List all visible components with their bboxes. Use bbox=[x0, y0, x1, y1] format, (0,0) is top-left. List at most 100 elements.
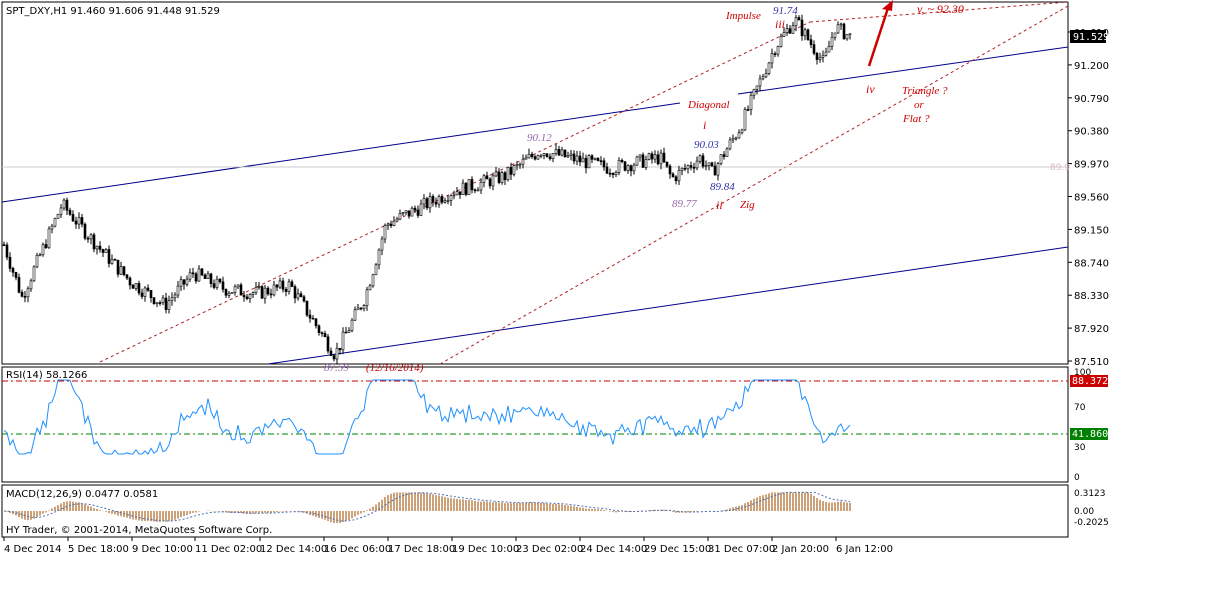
price-tick-label: 90.380 bbox=[1074, 127, 1109, 138]
candle-body bbox=[293, 286, 297, 299]
candle-body bbox=[374, 264, 378, 276]
candle-body bbox=[542, 153, 546, 156]
candle-body bbox=[215, 278, 219, 288]
candle-body bbox=[605, 166, 609, 174]
candle-body bbox=[152, 297, 156, 305]
zig-label: Zig bbox=[740, 199, 755, 211]
price-tick-label: 88.330 bbox=[1074, 291, 1109, 302]
candle-body bbox=[287, 281, 291, 292]
candle-body bbox=[506, 167, 510, 181]
candle-body bbox=[395, 218, 399, 222]
time-tick-label: 6 Jan 12:00 bbox=[836, 544, 893, 555]
candle-body bbox=[629, 165, 633, 172]
candle-body bbox=[416, 209, 420, 216]
candle-body bbox=[560, 149, 564, 156]
candle-body bbox=[791, 25, 795, 34]
rsi-upper-level-label: 88.3721 bbox=[1072, 376, 1114, 387]
price-axis: 91.61091.20090.79090.38089.97089.56089.1… bbox=[1068, 28, 1109, 368]
candle-body bbox=[167, 300, 171, 310]
candle-body bbox=[230, 292, 234, 294]
candle-body bbox=[158, 302, 162, 304]
candle-body bbox=[830, 36, 834, 47]
candle-body bbox=[764, 73, 768, 78]
rsi-panel bbox=[1, 366, 1069, 483]
candle-body bbox=[62, 199, 66, 209]
candle-body bbox=[716, 163, 720, 176]
candle-body bbox=[680, 167, 684, 171]
candle-body bbox=[440, 196, 444, 203]
candle-body bbox=[50, 225, 54, 230]
candle-body bbox=[344, 331, 348, 334]
candle-body bbox=[11, 268, 15, 273]
candle-body bbox=[518, 163, 522, 166]
candle-body bbox=[647, 153, 651, 160]
candle-body bbox=[608, 172, 612, 175]
symbol-header: SPT_DXY,H1 91.460 91.606 91.448 91.529 bbox=[6, 6, 220, 17]
candle-body bbox=[116, 259, 120, 275]
candle-body bbox=[656, 154, 660, 165]
candle-body bbox=[671, 173, 675, 178]
candle-body bbox=[485, 175, 489, 180]
or-label: or bbox=[914, 99, 925, 111]
price-tick-label: 90.790 bbox=[1074, 94, 1109, 105]
candle-body bbox=[554, 149, 558, 154]
wave-low-1-label: 89.77 bbox=[672, 198, 697, 210]
candle-body bbox=[758, 78, 762, 87]
target-arrow bbox=[867, 0, 893, 67]
candle-body bbox=[557, 149, 561, 156]
candle-body bbox=[413, 207, 417, 211]
candle-body bbox=[794, 17, 798, 27]
candle-body bbox=[602, 160, 606, 168]
flat-label: Flat ? bbox=[902, 113, 930, 125]
time-tick-label: 31 Dec 07:00 bbox=[708, 544, 775, 555]
candle-body bbox=[539, 155, 543, 157]
time-tick-label: 29 Dec 15:00 bbox=[644, 544, 711, 555]
candle-body bbox=[266, 287, 270, 295]
candle-body bbox=[134, 283, 138, 289]
candle-body bbox=[377, 249, 381, 266]
candle-body bbox=[569, 153, 573, 156]
candle-body bbox=[839, 23, 843, 26]
candle-body bbox=[20, 292, 24, 297]
upper-blue-channel-line bbox=[1, 102, 681, 203]
candle-body bbox=[308, 314, 312, 319]
candle-body bbox=[659, 152, 663, 165]
candle-body bbox=[689, 165, 693, 168]
candle-body bbox=[47, 228, 51, 248]
candle-body bbox=[491, 175, 495, 187]
candle-body bbox=[548, 156, 552, 160]
candle-body bbox=[401, 212, 405, 214]
candle-body bbox=[836, 24, 840, 34]
candle-body bbox=[809, 39, 813, 45]
candle-body bbox=[38, 254, 42, 257]
candle-body bbox=[290, 281, 294, 287]
candle-body bbox=[767, 62, 771, 74]
candle-body bbox=[512, 165, 516, 175]
candle-body bbox=[581, 157, 585, 163]
candle-body bbox=[218, 278, 222, 283]
triangle-label: Triangle ? bbox=[902, 85, 948, 97]
candle-body bbox=[731, 138, 735, 141]
price-tick-label: 87.920 bbox=[1074, 324, 1109, 335]
candle-body bbox=[335, 347, 339, 360]
candle-body bbox=[371, 274, 375, 287]
candle-body bbox=[281, 280, 285, 290]
candle-body bbox=[74, 220, 78, 225]
candle-body bbox=[275, 284, 279, 288]
candle-body bbox=[161, 297, 165, 304]
candle-body bbox=[257, 286, 261, 288]
candle-body bbox=[143, 287, 147, 297]
candle-body bbox=[833, 32, 837, 38]
candle-body bbox=[596, 157, 600, 161]
wave-iv-label: iv bbox=[866, 82, 875, 96]
candle-body bbox=[8, 256, 12, 269]
candle-body bbox=[587, 155, 591, 169]
candle-body bbox=[422, 198, 426, 205]
candle-body bbox=[89, 234, 93, 240]
candle-body bbox=[635, 156, 639, 166]
candle-body bbox=[263, 287, 267, 299]
candle-body bbox=[452, 194, 456, 197]
candle-body bbox=[170, 297, 174, 301]
candle-body bbox=[785, 28, 789, 33]
copyright-text: HY Trader, © 2001-2014, MetaQuotes Softw… bbox=[6, 525, 272, 536]
